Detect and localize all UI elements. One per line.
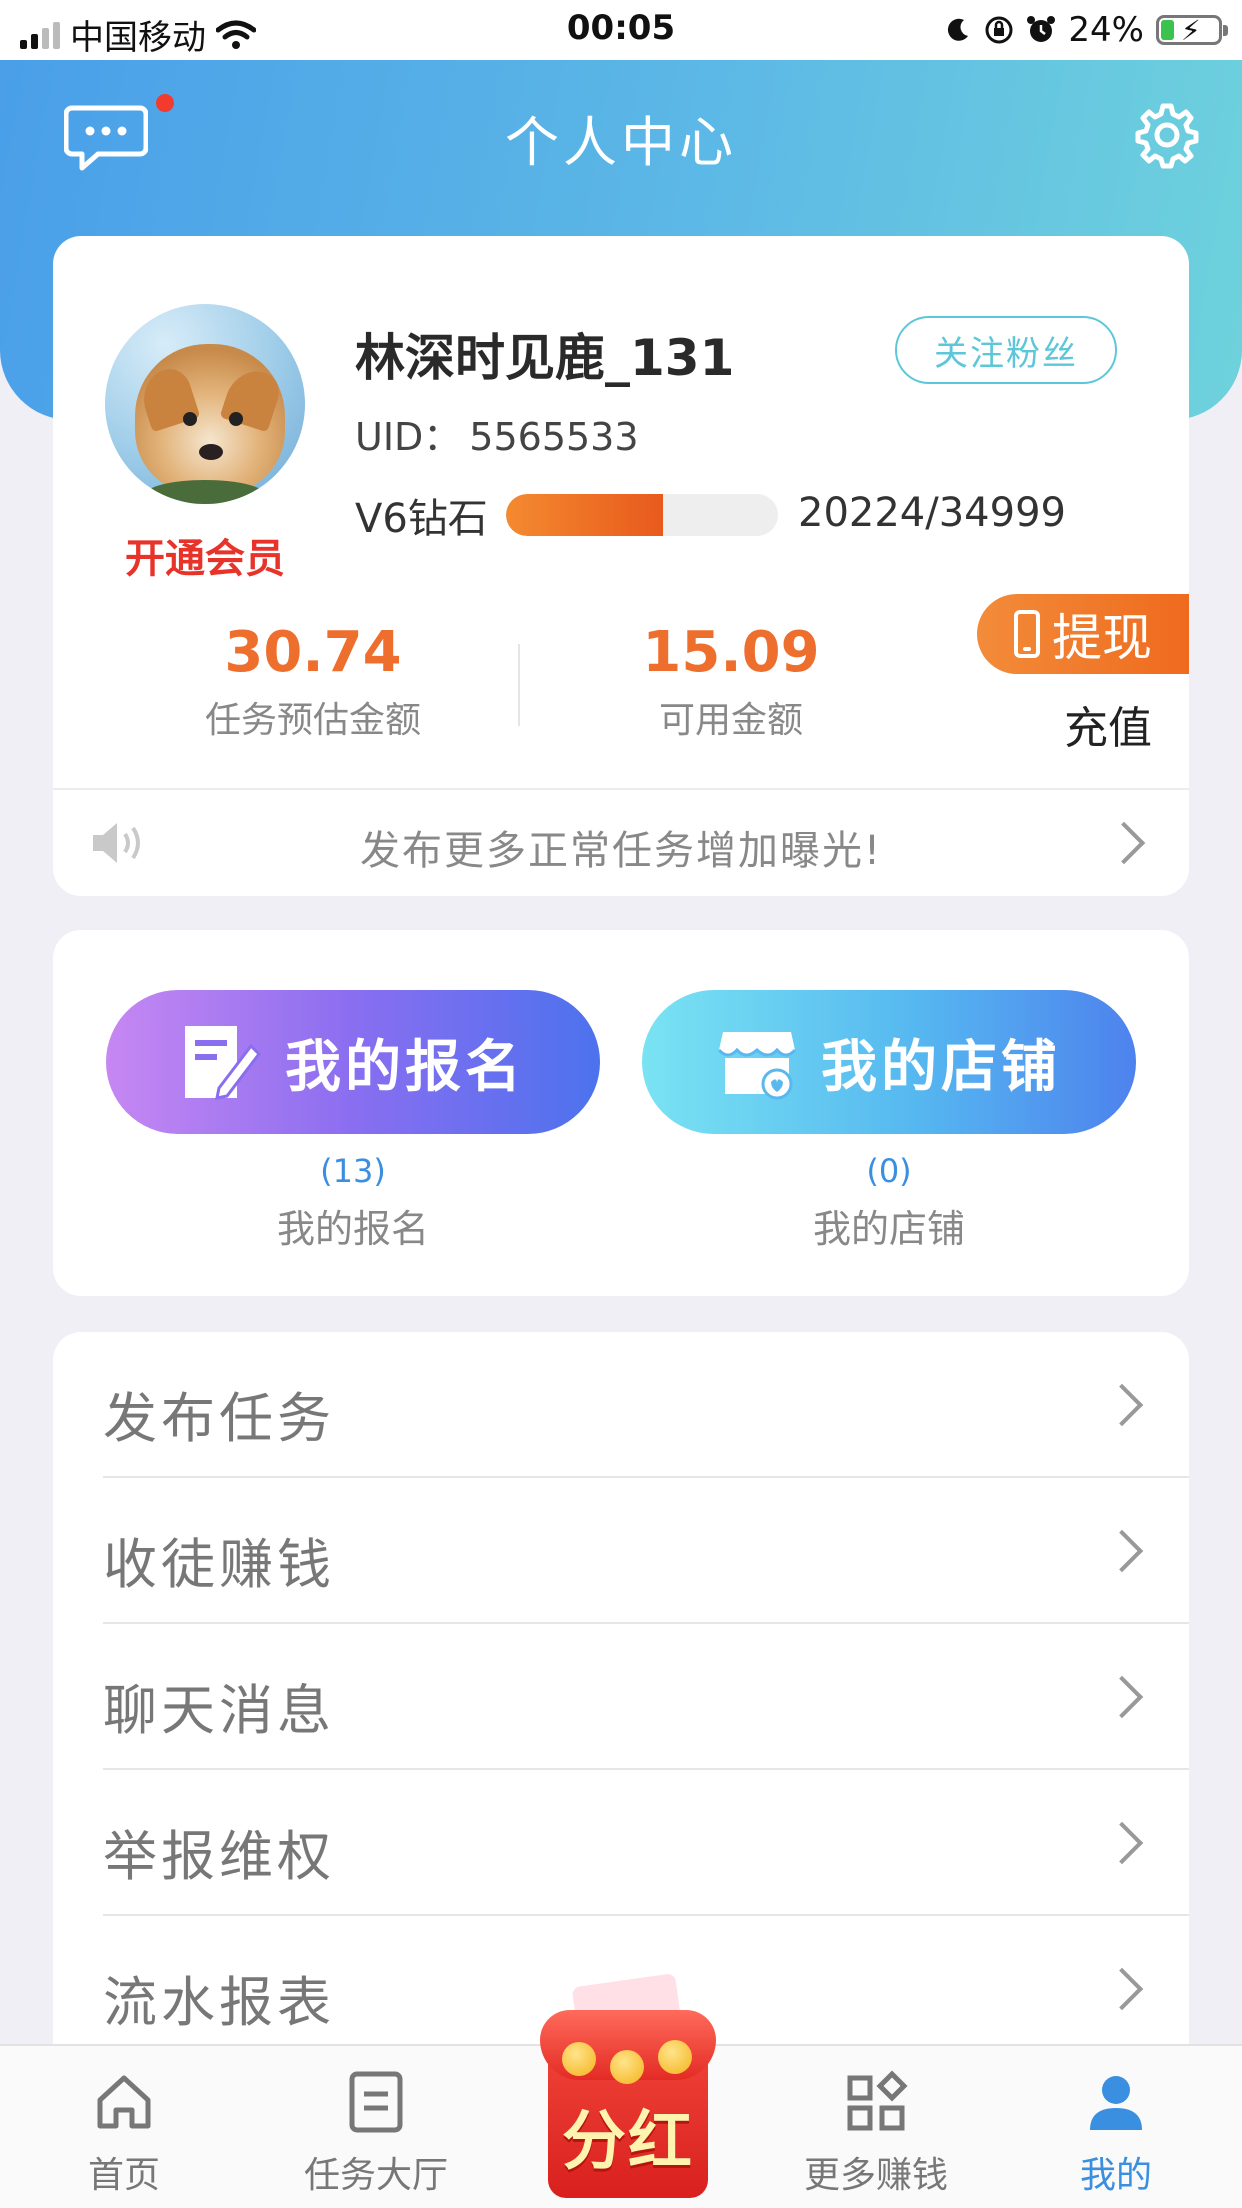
menu-item-publish-task[interactable]: 发布任务	[53, 1332, 1189, 1478]
user-icon	[1090, 2076, 1142, 2130]
menu-item-label: 流水报表	[103, 1971, 335, 2034]
follow-fans-button[interactable]: 关注粉丝	[895, 316, 1117, 384]
level-progress-text: 20224/34999	[798, 490, 1066, 536]
signup-count: (13)	[320, 1152, 386, 1190]
signup-edit-icon	[185, 1026, 261, 1100]
dividend-button[interactable]: 分红	[540, 1973, 716, 2200]
battery-percent-text: 24%	[1068, 10, 1144, 50]
menu-list: 发布任务 收徒赚钱 聊天消息 举报维权 流水报表	[53, 1332, 1189, 2092]
menu-item-label: 发布任务	[103, 1387, 335, 1450]
shop-count: (0)	[866, 1152, 912, 1190]
tab-label: 首页	[87, 2155, 160, 2196]
phone-icon	[1014, 610, 1040, 658]
notice-text: 发布更多正常任务增加曝光!	[359, 828, 883, 874]
shop-label: 我的店铺	[812, 1207, 965, 1251]
profile-card: 开通会员 林深时见鹿_131 关注粉丝 UID： 5565533 V6钻石 202…	[53, 236, 1189, 896]
level-label: V6钻石	[355, 496, 488, 542]
open-vip-link[interactable]: 开通会员	[105, 526, 305, 584]
tab-label: 更多赚钱	[803, 2155, 948, 2196]
status-bar: 中国移动 00:05 24% ⚡	[0, 0, 1242, 60]
uid-row: UID： 5565533	[355, 406, 639, 461]
task-list-icon	[349, 2071, 403, 2133]
my-shop-button[interactable]: 我的店铺	[642, 990, 1136, 1134]
menu-item-report-rights[interactable]: 举报维权	[53, 1770, 1189, 1916]
chevron-right-icon	[1100, 1967, 1144, 2011]
withdraw-label: 提现	[1052, 609, 1152, 667]
stat-estimated-amount[interactable]: 30.74 任务预估金额	[163, 620, 463, 743]
signup-label: 我的报名	[276, 1207, 429, 1251]
recharge-button[interactable]: 充值	[1064, 692, 1152, 756]
tab-label: 我的	[1079, 2155, 1152, 2196]
uid-value: 5565533	[469, 415, 639, 459]
stat-label: 任务预估金额	[204, 700, 421, 741]
battery-icon: ⚡	[1156, 14, 1228, 47]
menu-item-recruit-earn[interactable]: 收徒赚钱	[53, 1478, 1189, 1624]
page-title: 个人中心	[505, 111, 737, 174]
chevron-right-icon	[1100, 1383, 1144, 1427]
uid-label: UID：	[355, 415, 462, 459]
menu-item-chat-messages[interactable]: 聊天消息	[53, 1624, 1189, 1770]
avatar[interactable]	[105, 304, 305, 504]
menu-item-label: 聊天消息	[103, 1679, 335, 1742]
stat-divider	[518, 644, 520, 726]
moon-icon	[948, 18, 969, 41]
rotation-lock-icon	[985, 16, 1013, 44]
chevron-right-icon	[1100, 1821, 1144, 1865]
stat-available-amount[interactable]: 15.09 可用金额	[581, 620, 881, 743]
chevron-right-icon	[1100, 1675, 1144, 1719]
level-progress-bar	[506, 494, 778, 536]
notice-bar[interactable]: 发布更多正常任务增加曝光!	[53, 790, 1189, 896]
tab-more-earn[interactable]: 更多赚钱	[776, 2070, 976, 2198]
tab-task-hall[interactable]: 任务大厅	[276, 2070, 476, 2198]
home-icon	[97, 2075, 151, 2129]
tab-mine[interactable]: 我的	[1016, 2070, 1216, 2198]
my-shop-button-label: 我的店铺	[821, 1034, 1061, 1100]
username: 林深时见鹿_131	[355, 329, 735, 387]
tab-home[interactable]: 首页	[24, 2070, 224, 2198]
shop-store-icon	[717, 1032, 797, 1100]
chevron-right-icon	[1100, 1529, 1144, 1573]
stat-label: 可用金额	[658, 700, 803, 741]
settings-button[interactable]	[1132, 100, 1202, 170]
dividend-label: 分红	[562, 2105, 694, 2179]
alarm-icon	[1027, 16, 1056, 42]
withdraw-button[interactable]: 提现	[977, 594, 1189, 674]
menu-item-label: 举报维权	[103, 1825, 335, 1888]
gear-icon	[1135, 103, 1199, 169]
my-signup-button[interactable]: 我的报名	[106, 990, 600, 1134]
my-signup-button-label: 我的报名	[285, 1034, 525, 1100]
tab-label: 任务大厅	[303, 2155, 448, 2196]
menu-item-label: 收徒赚钱	[103, 1533, 335, 1596]
stat-value: 30.74	[224, 620, 402, 685]
entries-card: 我的报名 我的店铺 (13) 我的报名 (0) 我的店铺	[53, 930, 1189, 1296]
stat-value: 15.09	[642, 620, 820, 685]
apps-grid-icon	[847, 2070, 908, 2131]
